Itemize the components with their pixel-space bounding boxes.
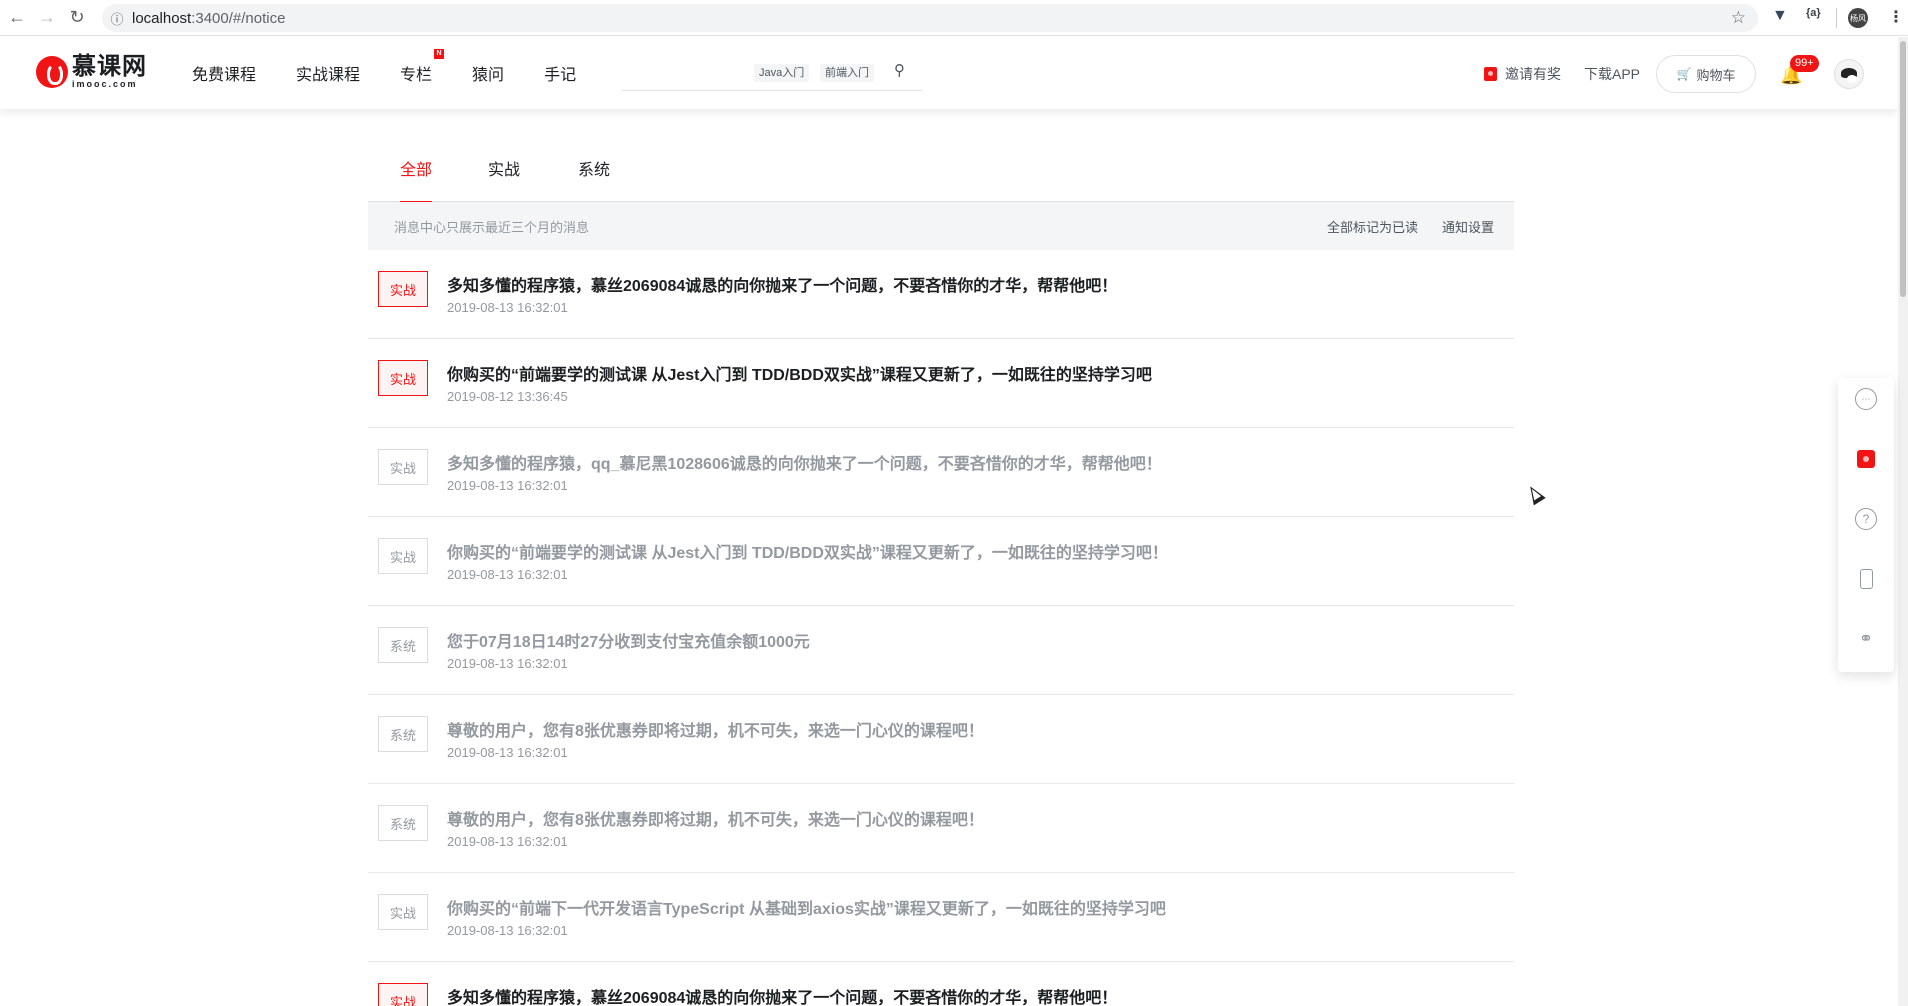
search-input[interactable]: Java入门 前端入门 ⚲ — [622, 55, 922, 91]
message-time: 2019-08-13 16:32:01 — [447, 478, 568, 493]
nav-notes[interactable]: 手记 — [544, 61, 576, 85]
message-time: 2019-08-13 16:32:01 — [447, 567, 568, 582]
message-type-tag: 实战 — [378, 449, 428, 485]
toolbar-divider — [1836, 8, 1837, 28]
list-item[interactable]: 系统 尊敬的用户，您有8张优惠券即将过期，机不可失，来选一门心仪的课程吧！ 20… — [368, 784, 1514, 873]
message-type-tag: 实战 — [378, 983, 428, 1006]
logo-text-cn: 慕课网 — [72, 53, 147, 80]
url-path: :3400/#/notice — [191, 9, 286, 27]
list-item[interactable]: 实战 多知多懂的程序猿，qq_慕尼黑1028606诚恳的向你抛来了一个问题，不要… — [368, 428, 1514, 517]
message-time: 2019-08-13 16:32:01 — [447, 745, 568, 760]
logo-text-en: imooc.com — [72, 79, 138, 89]
gift-icon — [1484, 67, 1497, 81]
nav-column[interactable]: 专栏 N — [400, 49, 445, 85]
message-title[interactable]: 你购买的“前端要学的测试课 从Jest入门到 TDD/BDD双实战”课程又更新了… — [447, 361, 1152, 385]
bookmark-star-icon[interactable]: ☆ — [1731, 8, 1746, 28]
page-scrollbar[interactable] — [1898, 37, 1908, 1006]
message-time: 2019-08-13 16:32:01 — [447, 834, 568, 849]
phone-icon[interactable] — [1855, 568, 1877, 590]
list-item[interactable]: 系统 尊敬的用户，您有8张优惠券即将过期，机不可失，来选一门心仪的课程吧！ 20… — [368, 695, 1514, 784]
nav-free-courses[interactable]: 免费课程 — [192, 61, 256, 85]
nav-column-label: 专栏 — [400, 67, 433, 84]
notice-tabs: 全部 实战 系统 — [368, 156, 1514, 203]
search-tag-frontend[interactable]: 前端入门 — [820, 64, 874, 82]
browser-menu-icon[interactable]: ⋮ — [1888, 7, 1904, 27]
list-item[interactable]: 实战 你购买的“前端下一代开发语言TypeScript 从基础到axios实战”… — [368, 873, 1514, 962]
message-title[interactable]: 多知多懂的程序猿，qq_慕尼黑1028606诚恳的向你抛来了一个问题，不要吝惜你… — [447, 450, 1162, 474]
help-icon[interactable]: ? — [1855, 508, 1877, 530]
search-icon[interactable]: ⚲ — [894, 61, 905, 79]
info-icon[interactable]: ⓘ — [102, 9, 132, 28]
message-type-tag: 实战 — [378, 360, 428, 396]
list-item[interactable]: 实战 多知多懂的程序猿，慕丝2069084诚恳的向你抛来了一个问题，不要吝惜你的… — [368, 962, 1514, 1006]
gift-icon[interactable] — [1855, 448, 1877, 470]
message-title[interactable]: 尊敬的用户，您有8张优惠券即将过期，机不可失，来选一门心仪的课程吧！ — [447, 806, 984, 830]
tab-system[interactable]: 系统 — [578, 156, 610, 202]
reload-icon[interactable]: ↻ — [62, 0, 92, 36]
mark-all-read-link[interactable]: 全部标记为已读 — [1327, 217, 1418, 236]
site-logo[interactable]: 慕课网 imooc.com — [36, 55, 147, 89]
profile-avatar-icon[interactable]: 杨风 — [1848, 8, 1868, 28]
message-type-tag: 系统 — [378, 627, 428, 663]
address-bar[interactable]: ⓘ localhost:3400/#/notice ☆ — [102, 4, 1758, 32]
vue-devtools-icon[interactable]: ▼ — [1772, 7, 1788, 25]
cart-label: 购物车 — [1696, 67, 1736, 83]
browser-toolbar: ← → ↻ ⓘ localhost:3400/#/notice ☆ ▼ {a} … — [0, 0, 1908, 36]
url-text[interactable]: localhost:3400/#/notice — [132, 10, 285, 27]
message-title[interactable]: 你购买的“前端下一代开发语言TypeScript 从基础到axios实战”课程又… — [447, 895, 1166, 919]
message-type-tag: 系统 — [378, 716, 428, 752]
download-app-link[interactable]: 下载APP — [1584, 64, 1640, 84]
message-title[interactable]: 您于07月18日14时27分收到支付宝充值余额1000元 — [447, 628, 810, 652]
search-tag-java[interactable]: Java入门 — [754, 64, 810, 82]
tab-practical[interactable]: 实战 — [488, 156, 520, 202]
message-title[interactable]: 尊敬的用户，您有8张优惠券即将过期，机不可失，来选一门心仪的课程吧！ — [447, 717, 984, 741]
notice-hint: 消息中心只展示最近三个月的消息 — [394, 219, 590, 235]
message-title[interactable]: 多知多懂的程序猿，慕丝2069084诚恳的向你抛来了一个问题，不要吝惜你的才华，… — [447, 984, 1117, 1006]
message-type-tag: 实战 — [378, 271, 428, 307]
wechat-icon[interactable]: ⚭ — [1855, 628, 1877, 650]
side-float-toolbar: ⋯ ? ⚭ — [1838, 378, 1894, 672]
message-time: 2019-08-13 16:32:01 — [447, 656, 568, 671]
mouse-cursor-icon — [1524, 482, 1546, 506]
list-item[interactable]: 实战 你购买的“前端要学的测试课 从Jest入门到 TDD/BDD双实战”课程又… — [368, 517, 1514, 606]
cart-icon: 🛒 — [1676, 67, 1692, 81]
list-item[interactable]: 实战 你购买的“前端要学的测试课 从Jest入门到 TDD/BDD双实战”课程又… — [368, 339, 1514, 428]
invite-label: 邀请有奖 — [1505, 66, 1561, 82]
tab-all[interactable]: 全部 — [400, 156, 433, 203]
invite-link[interactable]: 邀请有奖 — [1484, 64, 1561, 84]
list-item[interactable]: 系统 您于07月18日14时27分收到支付宝充值余额1000元 2019-08-… — [368, 606, 1514, 695]
message-time: 2019-08-12 13:36:45 — [447, 389, 568, 404]
user-avatar[interactable] — [1834, 59, 1864, 89]
flame-logo-icon — [36, 56, 68, 88]
message-time: 2019-08-13 16:32:01 — [447, 300, 568, 315]
forward-arrow-icon[interactable]: → — [32, 0, 62, 36]
notification-count-badge: 99+ — [1790, 55, 1819, 72]
nav-practical-courses[interactable]: 实战课程 — [296, 61, 360, 85]
message-type-tag: 实战 — [378, 894, 428, 930]
message-title[interactable]: 多知多懂的程序猿，慕丝2069084诚恳的向你抛来了一个问题，不要吝惜你的才华，… — [447, 272, 1117, 296]
chat-icon[interactable]: ⋯ — [1855, 388, 1877, 410]
list-item[interactable]: 实战 多知多懂的程序猿，慕丝2069084诚恳的向你抛来了一个问题，不要吝惜你的… — [368, 250, 1514, 339]
json-viewer-icon[interactable]: {a} — [1806, 7, 1821, 19]
url-host: localhost — [132, 9, 192, 27]
new-badge: N — [434, 49, 445, 59]
message-time: 2019-08-13 16:32:01 — [447, 923, 568, 938]
main-nav: 免费课程 实战课程 专栏 N 猿问 手记 — [192, 37, 616, 109]
nav-qa[interactable]: 猿问 — [472, 61, 504, 85]
message-title[interactable]: 你购买的“前端要学的测试课 从Jest入门到 TDD/BDD双实战”课程又更新了… — [447, 539, 1168, 563]
back-arrow-icon[interactable]: ← — [2, 0, 32, 36]
notice-info-bar: 消息中心只展示最近三个月的消息 全部标记为已读 通知设置 — [368, 202, 1514, 250]
scrollbar-thumb[interactable] — [1900, 41, 1906, 297]
cart-button[interactable]: 🛒 购物车 — [1656, 55, 1756, 93]
message-type-tag: 实战 — [378, 538, 428, 574]
message-type-tag: 系统 — [378, 805, 428, 841]
message-list: 实战 多知多懂的程序猿，慕丝2069084诚恳的向你抛来了一个问题，不要吝惜你的… — [368, 250, 1514, 1006]
notice-settings-link[interactable]: 通知设置 — [1442, 217, 1494, 236]
site-header: 慕课网 imooc.com 免费课程 实战课程 专栏 N 猿问 手记 Java入门… — [0, 37, 1898, 109]
